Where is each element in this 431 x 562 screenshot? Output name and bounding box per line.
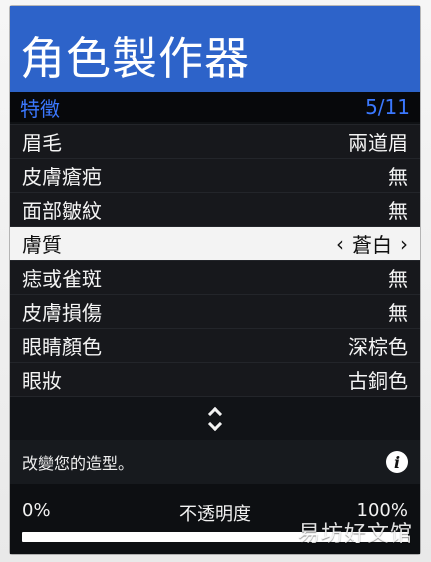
feature-row-eye-color[interactable]: 眼睛顏色 深棕色 bbox=[10, 328, 420, 362]
feature-value: 無 bbox=[388, 161, 408, 190]
feature-row-moles-freckles[interactable]: 痣或雀斑 無 bbox=[10, 260, 420, 294]
feature-value-text: 古銅色 bbox=[348, 369, 408, 393]
feature-row-skin-damage[interactable]: 皮膚損傷 無 bbox=[10, 294, 420, 328]
window-title: 角色製作器 bbox=[20, 31, 251, 85]
feature-value-text: 兩道眉 bbox=[348, 131, 408, 155]
description-bar: 改變您的造型。 i bbox=[10, 440, 420, 484]
feature-label: 皮膚瘡疤 bbox=[22, 165, 102, 189]
description-text: 改變您的造型。 bbox=[22, 454, 135, 473]
feature-value-text: 無 bbox=[388, 267, 408, 291]
title-bar: 角色製作器 bbox=[10, 6, 420, 92]
feature-label: 膚質 bbox=[22, 233, 62, 257]
feature-value-text: 深棕色 bbox=[348, 335, 408, 359]
feature-value: 無 bbox=[388, 263, 408, 292]
feature-value-text: 蒼白 bbox=[352, 233, 392, 257]
feature-label: 皮膚損傷 bbox=[22, 301, 102, 325]
navigation-area bbox=[10, 396, 420, 441]
feature-list: 眉毛 兩道眉 皮膚瘡疤 無 面部皺紋 無 膚質 ‹ 蒼白 › 痣或雀斑 無 皮膚… bbox=[10, 124, 420, 396]
feature-label: 眼睛顏色 bbox=[22, 335, 102, 359]
feature-value-text: 無 bbox=[388, 165, 408, 189]
feature-label: 面部皺紋 bbox=[22, 199, 102, 223]
feature-value: 深棕色 bbox=[348, 331, 408, 360]
section-header: 特徵 5/11 bbox=[10, 92, 420, 122]
feature-value-text: 無 bbox=[388, 199, 408, 223]
feature-row-facial-wrinkles[interactable]: 面部皺紋 無 bbox=[10, 192, 420, 226]
chevron-left-icon[interactable]: ‹ bbox=[336, 234, 344, 254]
feature-row-eyebrows[interactable]: 眉毛 兩道眉 bbox=[10, 124, 420, 158]
feature-label: 眉毛 bbox=[22, 131, 62, 155]
feature-label: 眼妝 bbox=[22, 369, 62, 393]
screen: 角色製作器 特徵 5/11 眉毛 兩道眉 皮膚瘡疤 無 面部皺紋 無 膚質 ‹ … bbox=[0, 0, 431, 562]
feature-row-skin-scars[interactable]: 皮膚瘡疤 無 bbox=[10, 158, 420, 192]
section-count: 5/11 bbox=[365, 95, 410, 119]
character-creator-panel: 角色製作器 特徵 5/11 眉毛 兩道眉 皮膚瘡疤 無 面部皺紋 無 膚質 ‹ … bbox=[10, 6, 420, 554]
feature-row-complexion[interactable]: 膚質 ‹ 蒼白 › bbox=[10, 226, 420, 260]
section-title: 特徵 bbox=[20, 96, 60, 121]
feature-value-text: 無 bbox=[388, 301, 408, 325]
updown-arrows-icon[interactable] bbox=[203, 403, 227, 435]
feature-label: 痣或雀斑 bbox=[22, 267, 102, 291]
feature-value: 無 bbox=[388, 195, 408, 224]
info-icon[interactable]: i bbox=[386, 451, 408, 473]
watermark: 易坊好文馆 bbox=[297, 522, 413, 547]
feature-row-eye-makeup[interactable]: 眼妝 古銅色 bbox=[10, 362, 420, 396]
feature-value: 古銅色 bbox=[348, 365, 408, 394]
chevron-right-icon[interactable]: › bbox=[400, 234, 408, 254]
complexion-selector[interactable]: ‹ 蒼白 › bbox=[336, 229, 408, 258]
feature-value: 兩道眉 bbox=[348, 127, 408, 156]
feature-value: 無 bbox=[388, 297, 408, 326]
